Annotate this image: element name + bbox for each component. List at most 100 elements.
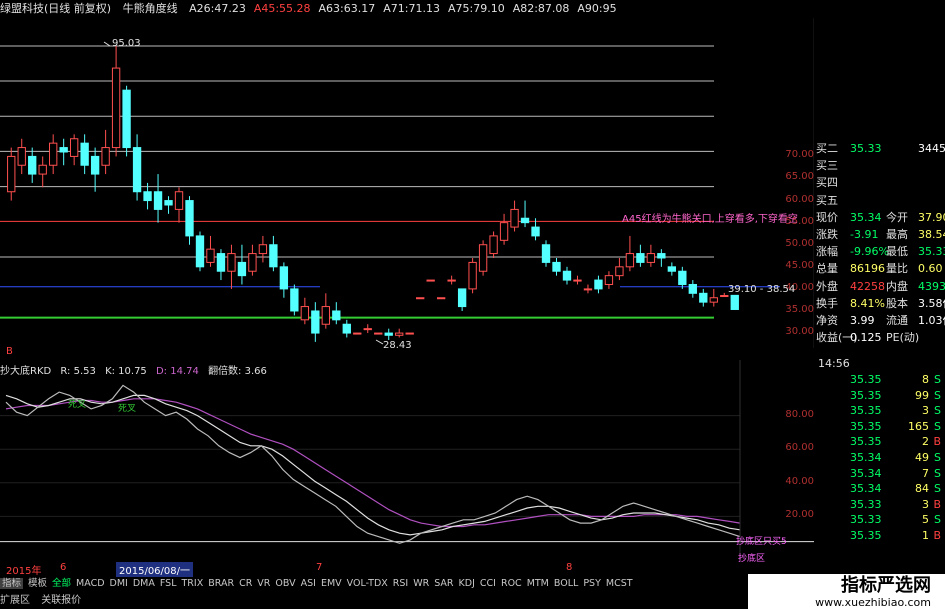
indicator-tab-模板[interactable]: 模板 — [28, 578, 47, 589]
indicator-tab-rsi[interactable]: RSI — [393, 578, 408, 589]
quote-value: 86196 — [850, 262, 885, 276]
indicator-tab-macd[interactable]: MACD — [76, 578, 104, 589]
candle — [90, 147, 100, 192]
osc-tick: 80.00 — [785, 408, 814, 420]
candle-body — [468, 261, 477, 290]
candle-body — [101, 147, 110, 166]
quote-label-2: 内盘 — [886, 279, 908, 293]
header-item-4: A75:79.10 — [447, 2, 505, 15]
candle — [321, 293, 330, 329]
candle — [195, 231, 205, 272]
candle — [374, 332, 383, 335]
indicator-tab-dmi[interactable]: DMI — [110, 578, 128, 589]
candle-body — [510, 208, 519, 228]
candle-body — [678, 270, 687, 285]
indicator-tab-kdj[interactable]: KDJ — [459, 578, 475, 589]
price-chart[interactable] — [0, 18, 814, 348]
oscillator-chart[interactable] — [0, 360, 814, 560]
time-axis: 2015年 6 2015/06/08/一 7 8 — [0, 562, 814, 577]
tick-volume: 49 — [915, 450, 929, 464]
candle — [646, 244, 656, 267]
quote-row: 买四 — [814, 174, 945, 191]
quote-value-2: 3445 — [918, 142, 945, 155]
quote-value-2: 3.58亿 — [918, 296, 945, 310]
indicator-tab-vr[interactable]: VR — [257, 578, 270, 589]
candle-body — [552, 261, 561, 272]
time-m8: 8 — [566, 562, 573, 573]
indicator-tab-dma[interactable]: DMA — [133, 578, 155, 589]
quote-value: -9.96% — [850, 245, 889, 259]
candle-body — [17, 147, 26, 166]
indicator-tab-mcst[interactable]: MCST — [606, 578, 633, 589]
watermark-url: www.xuezhibiao.com — [815, 596, 931, 609]
tick-volume: 3 — [922, 404, 929, 418]
quote-row: 现价 35.34 今开 37.90 — [814, 209, 945, 226]
osc-dead-label-1: 死叉 — [68, 400, 87, 410]
indicator-tab-boll[interactable]: BOLL — [554, 578, 578, 589]
candle-body — [478, 244, 488, 272]
quote-label-2: 今开 — [886, 210, 908, 224]
indicator-tab-cci[interactable]: CCI — [480, 578, 496, 589]
candle-body — [216, 253, 226, 272]
indicator-tab-指标[interactable]: 指标 — [0, 578, 24, 589]
indicator-tab-fsl[interactable]: FSL — [160, 578, 177, 589]
quote-label-2: 量比 — [886, 262, 908, 276]
candle — [478, 240, 488, 276]
status-ext[interactable]: 扩展区 — [0, 595, 30, 606]
candle-body — [269, 244, 278, 268]
candle-body — [688, 283, 697, 294]
indicator-tab-wr[interactable]: WR — [413, 578, 429, 589]
indicator-tab-vol-tdx[interactable]: VOL-TDX — [347, 578, 388, 589]
quote-label-2: 流通 — [886, 313, 908, 327]
tick-list[interactable]: 35.35 8 S 35.35 99 S 35.35 3 S 35.35 165 S 35.35 2 B 35… — [814, 372, 945, 544]
candle — [227, 244, 236, 289]
candle — [667, 262, 677, 276]
candle-body — [28, 155, 37, 175]
quote-label: 买三 — [816, 159, 838, 173]
candle-body — [353, 332, 362, 335]
price-tick: 60.00 — [785, 193, 814, 205]
indicator-tab-asi[interactable]: ASI — [301, 578, 316, 589]
quote-value: 35.33 — [850, 142, 882, 155]
tick-volume: 3 — [922, 497, 929, 511]
low-label: 28.43 — [383, 340, 412, 351]
indicator-tab-obv[interactable]: OBV — [275, 578, 295, 589]
osc-d-line — [5, 398, 741, 528]
candle — [101, 129, 110, 175]
tick-volume: 8 — [922, 373, 929, 386]
osc-tick: 60.00 — [785, 442, 814, 454]
stock-title: 绿盟科技(日线 前复权) — [0, 2, 112, 15]
tick-row: 35.35 3 S — [814, 403, 945, 419]
candle-body — [499, 222, 509, 241]
status-link[interactable]: 关联报价 — [41, 595, 81, 606]
indicator-tab-mtm[interactable]: MTM — [527, 578, 549, 589]
indicator-tab-全部[interactable]: 全部 — [52, 578, 71, 589]
indicator-tab-sar[interactable]: SAR — [434, 578, 453, 589]
candle-body — [625, 253, 635, 268]
tick-row: 35.34 49 S — [814, 450, 945, 466]
indicator-tab-psy[interactable]: PSY — [583, 578, 601, 589]
quote-label: 买四 — [816, 176, 838, 190]
candle-body — [699, 292, 708, 303]
indicator-tab-brar[interactable]: BRAR — [208, 578, 234, 589]
tick-side: S — [934, 482, 941, 496]
quote-row: 买二 35.33 3445 — [814, 140, 945, 157]
tick-side: B — [933, 435, 941, 449]
candle-body — [153, 191, 163, 210]
indicator-tab-roc[interactable]: ROC — [501, 578, 522, 589]
indicator-tab-emv[interactable]: EMV — [321, 578, 342, 589]
candle-body — [416, 297, 425, 300]
candle — [688, 280, 697, 298]
quote-label-2: PE(动) — [886, 331, 920, 345]
quote-value-2: 38.54 — [918, 227, 945, 241]
candle — [17, 138, 26, 175]
indicator-tabs[interactable]: 指标 模板 全部 MACD DMI DMA FSL TRIX BRAR CR VR OBV ASI EMV… — [0, 576, 814, 592]
tick-price: 35.34 — [850, 466, 882, 480]
candle — [583, 284, 593, 294]
tick-price: 35.35 — [850, 404, 882, 418]
indicator-tab-trix[interactable]: TRIX — [182, 578, 204, 589]
candle — [237, 244, 247, 285]
tick-side: S — [934, 466, 941, 480]
candle-body — [311, 310, 320, 334]
indicator-tab-cr[interactable]: CR — [239, 578, 252, 589]
